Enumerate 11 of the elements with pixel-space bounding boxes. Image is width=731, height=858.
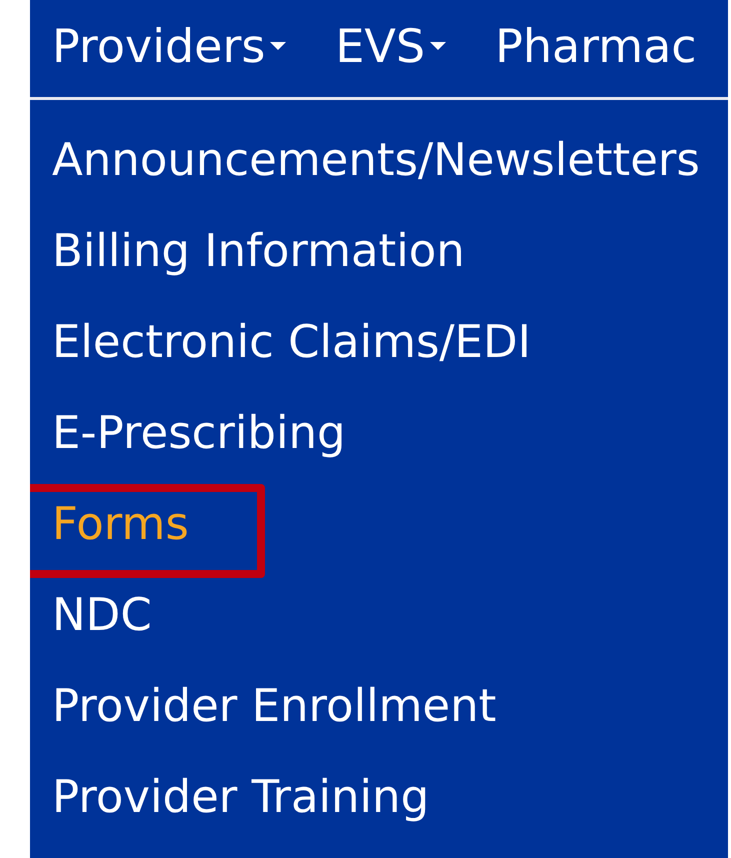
menu-item[interactable]: Provider Training — [52, 770, 430, 823]
menu-item[interactable]: NDC — [52, 588, 152, 641]
menu-item[interactable]: Provider Enrollment — [52, 679, 496, 732]
menu-item[interactable]: Announcements/Newsletters — [52, 133, 700, 186]
menu-item[interactable]: Electronic Claims/EDI — [52, 315, 531, 368]
nav-link[interactable]: Pharmac — [495, 18, 697, 78]
menu-item[interactable]: Forms — [52, 497, 189, 550]
nav-link[interactable]: EVS — [335, 18, 448, 78]
nav-link[interactable]: Providers — [52, 18, 288, 78]
menu-item[interactable]: Billing Information — [52, 224, 465, 277]
menu-item[interactable]: E-Prescribing — [52, 406, 346, 459]
